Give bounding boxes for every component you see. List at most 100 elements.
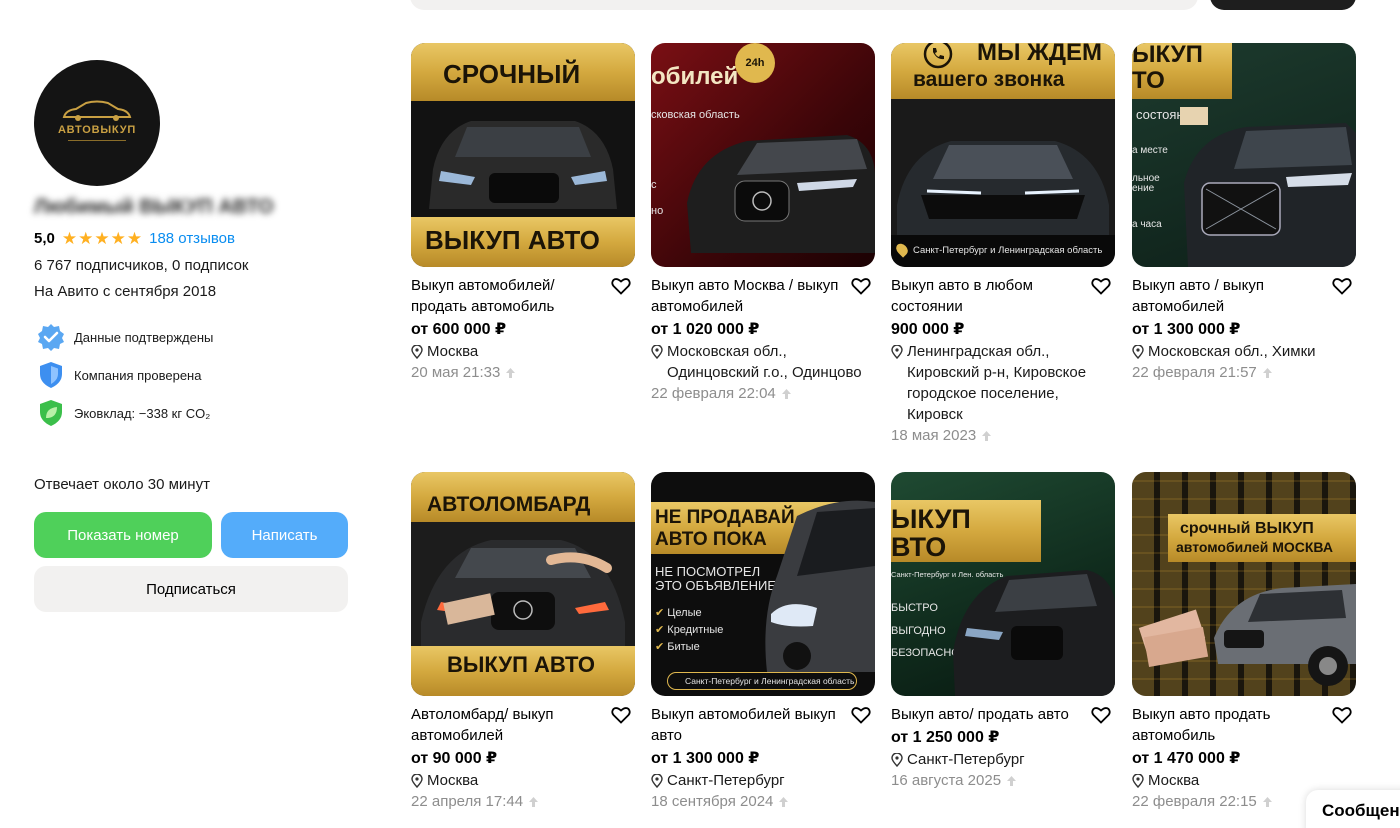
listing-location: Москва <box>1132 770 1356 791</box>
avatar-logo-divider <box>68 140 126 141</box>
subscribers-count[interactable]: 6 767 подписчиков, 0 подписок <box>34 257 248 274</box>
promote-arrow-icon <box>781 388 791 399</box>
listing-image[interactable]: НЕ ПРОДАВАЙ АВТО ПОКА НЕ ПОСМОТРЕЛ ЭТО О… <box>651 472 875 696</box>
banner-side-text: а часа <box>1132 219 1162 230</box>
avatar: АВТОВЫКУП <box>34 60 160 186</box>
badge-company[interactable]: Компания проверена <box>36 360 201 390</box>
heart-icon[interactable] <box>1332 277 1352 295</box>
banner-footer: Санкт-Петербург и Ленинградская область <box>685 676 855 686</box>
listing-date: 22 февраля 22:04 <box>651 383 875 404</box>
banner-line: БЫСТРО <box>891 602 938 614</box>
heart-icon[interactable] <box>611 277 631 295</box>
listing-price: 900 000 ₽ <box>891 321 965 338</box>
car-photo <box>421 540 625 646</box>
banner-side-text: с <box>651 179 657 191</box>
listing-image[interactable]: АВТОЛОМБАРД ВЫКУП АВТО <box>411 472 635 696</box>
listing-date: 16 августа 2025 <box>891 770 1115 791</box>
listing-title[interactable]: Выкуп авто в любом состоянии <box>891 275 1081 317</box>
banner-check-item: ✔ Битые <box>655 641 700 653</box>
heart-icon[interactable] <box>851 277 871 295</box>
car-photo <box>1138 584 1356 686</box>
listing-location: Москва <box>411 770 635 791</box>
listing-location: Санкт-Петербург <box>891 749 1115 770</box>
messages-button[interactable]: Сообщения <box>1306 790 1400 828</box>
listing-price: от 600 000 ₽ <box>411 321 507 338</box>
subscribe-button[interactable]: Подписаться <box>34 566 348 612</box>
location-text: Московская обл., Одинцовский г.о., Одинц… <box>667 343 862 381</box>
response-time: Отвечает около 30 минут <box>34 476 210 493</box>
location-text: Московская обл., Химки <box>1148 343 1316 360</box>
listing-title[interactable]: Выкуп автомобилей выкуп авто <box>651 704 841 746</box>
date-text: 22 февраля 21:57 <box>1132 364 1257 381</box>
reviews-link[interactable]: 188 отзывов <box>149 230 235 247</box>
rating-score: 5,0 <box>34 230 55 247</box>
car-photo <box>1180 107 1356 267</box>
location-text: Москва <box>427 772 479 789</box>
heart-icon[interactable] <box>611 706 631 724</box>
location-text: Москва <box>1148 772 1200 789</box>
car-logo-icon <box>62 100 132 121</box>
badge-label: Компания проверена <box>74 367 202 383</box>
bottom-fade <box>0 816 1400 828</box>
seller-name[interactable]: Любимый ВЫКУП АВТО <box>34 196 274 218</box>
car-photo <box>953 570 1115 696</box>
avatar-logo-text: АВТОВЫКУП <box>57 124 137 136</box>
badge-verified[interactable]: Данные подтверждены <box>36 322 213 352</box>
listing-title[interactable]: Выкуп авто/ продать авто <box>891 704 1081 725</box>
listing-date: 18 мая 2023 <box>891 425 1115 446</box>
banner-footer: ВЫКУП АВТО <box>447 652 595 677</box>
banner-check-item: ✔ Целые <box>655 607 702 619</box>
search-input[interactable] <box>410 0 1198 10</box>
listing-title[interactable]: Выкуп авто продать автомобиль <box>1132 704 1322 746</box>
promote-arrow-icon <box>779 796 789 807</box>
listing-title[interactable]: Автоломбард/ выкуп автомобилей <box>411 704 601 746</box>
heart-icon[interactable] <box>1332 706 1352 724</box>
listing-price: от 1 300 000 ₽ <box>651 750 760 767</box>
listing-price: от 1 470 000 ₽ <box>1132 750 1241 767</box>
listing-date: 18 сентября 2024 <box>651 791 875 812</box>
badge-eco[interactable]: Эковклад: −338 кг CO₂ <box>36 398 210 428</box>
banner-headline: АВТОЛОМБАРД <box>427 493 591 516</box>
location-text: Санкт-Петербург <box>907 751 1025 768</box>
search-button[interactable] <box>1210 0 1356 10</box>
listing-title[interactable]: Выкуп авто Москва / выкуп автомобилей <box>651 275 841 317</box>
star-icon: ★ <box>126 229 143 248</box>
rating-row: 5,0 ★ ★ ★ ★ ★ 188 отзывов <box>34 230 235 247</box>
listing-date: 22 февраля 21:57 <box>1132 362 1356 383</box>
shield-icon <box>40 362 62 388</box>
listing-image[interactable]: обилей 24h сковская область с но <box>651 43 875 267</box>
banner-headline: СРОЧНЫЙ <box>443 59 581 89</box>
location-pin-icon <box>1132 345 1144 359</box>
listing-image[interactable]: ЫКУП ТО состоянии а месте льное ение а ч… <box>1132 43 1356 267</box>
star-icon: ★ <box>110 229 126 248</box>
write-message-button[interactable]: Написать <box>221 512 348 558</box>
date-text: 20 мая 21:33 <box>411 364 501 381</box>
date-text: 18 мая 2023 <box>891 427 977 444</box>
member-since: На Авито с сентября 2018 <box>34 283 217 300</box>
location-pin-icon <box>411 774 423 788</box>
listing-image[interactable]: ЫКУП ВТО Санкт-Петербург и Лен. область … <box>891 472 1115 696</box>
listing-location: Московская обл., Химки <box>1132 341 1356 362</box>
badge-label: Эковклад: −338 кг CO₂ <box>74 405 211 421</box>
location-text: Санкт-Петербург <box>667 772 785 789</box>
banner-footer: Санкт-Петербург и Ленинградская область <box>913 245 1103 256</box>
heart-icon[interactable] <box>851 706 871 724</box>
banner-headline: ЫКУП <box>891 504 971 534</box>
listing-title[interactable]: Выкуп автомобилей/ продать автомобиль <box>411 275 601 317</box>
heart-icon[interactable] <box>1091 706 1111 724</box>
listing-location: Москва <box>411 341 635 362</box>
date-text: 22 апреля 17:44 <box>411 793 524 810</box>
listing-title[interactable]: Выкуп авто / выкуп автомобилей <box>1132 275 1322 317</box>
promote-arrow-icon <box>529 796 539 807</box>
banner-subheadline: ТО <box>1132 67 1165 94</box>
listing-price: от 1 020 000 ₽ <box>651 321 760 338</box>
date-text: 22 февраля 22:15 <box>1132 793 1257 810</box>
show-phone-button[interactable]: Показать номер <box>34 512 212 558</box>
listing-image[interactable]: СРОЧНЫЙ ВЫКУП АВТО <box>411 43 635 267</box>
location-pin-icon <box>411 345 423 359</box>
heart-icon[interactable] <box>1091 277 1111 295</box>
banner-side-text: а месте <box>1132 145 1168 156</box>
listing-image[interactable]: МЫ ЖДЕМ вашего звонка Санкт-Петербург и … <box>891 43 1115 267</box>
phone-icon <box>923 43 953 69</box>
listing-image[interactable]: срочный ВЫКУП автомобилей МОСКВА <box>1132 472 1356 696</box>
